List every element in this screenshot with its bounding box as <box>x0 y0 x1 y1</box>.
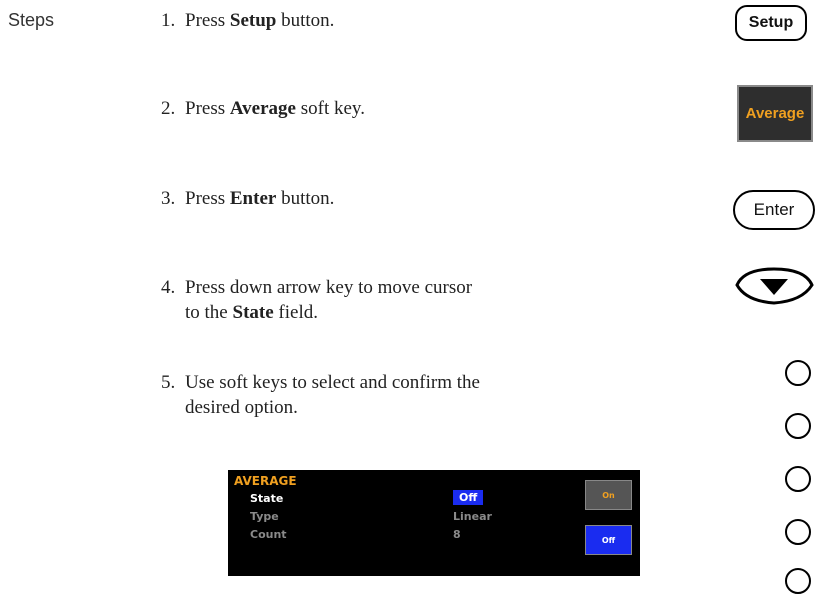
softkey-circle-1[interactable] <box>785 360 811 386</box>
step-4: 4. Press down arrow key to move cursor to … <box>161 275 701 325</box>
type-value: Linear <box>453 510 492 523</box>
softkey-circle-5[interactable] <box>785 568 811 594</box>
softkey-circle-2[interactable] <box>785 413 811 439</box>
step-text: Use soft keys to select and confirm the <box>185 372 480 393</box>
step-number: 3. <box>161 188 176 209</box>
step-text: Press <box>185 188 230 209</box>
step-text: Press down arrow key to move cursor <box>185 277 473 298</box>
step-number: 2. <box>161 98 176 119</box>
step-keyword: Average <box>229 98 296 119</box>
step-text: Press <box>185 98 230 119</box>
step-5: 5. Use soft keys to select and confirm th… <box>161 370 701 420</box>
step-keyword: State <box>232 302 274 323</box>
count-value: 8 <box>453 528 461 541</box>
enter-button[interactable]: Enter <box>733 190 815 230</box>
setup-button[interactable]: Setup <box>735 5 807 41</box>
state-value[interactable]: Off <box>453 490 484 505</box>
step-text: button. <box>276 10 335 31</box>
step-number: 5. <box>161 372 176 393</box>
count-label: Count <box>250 528 287 541</box>
type-label: Type <box>250 510 279 523</box>
state-value-text: Off <box>453 490 484 505</box>
step-keyword: Setup <box>229 10 277 31</box>
step-2: 2. Press Average soft key. <box>161 96 701 121</box>
down-arrow-key[interactable] <box>734 265 815 307</box>
step-text: soft key. <box>296 98 365 119</box>
screen-title: AVERAGE <box>234 474 297 488</box>
step-number: 4. <box>161 277 176 298</box>
average-screen: AVERAGE State Off Type Linear Count 8 On… <box>228 470 640 576</box>
step-text: field. <box>273 302 318 323</box>
step-text: desired option. <box>185 397 298 418</box>
step-text: button. <box>276 188 335 209</box>
softkey-off[interactable]: Off <box>585 525 632 555</box>
step-text: Press <box>185 10 230 31</box>
average-softkey[interactable]: Average <box>737 85 813 142</box>
down-arrow-icon <box>735 267 814 305</box>
step-keyword: Enter <box>229 188 277 209</box>
softkey-circle-4[interactable] <box>785 519 811 545</box>
softkey-on[interactable]: On <box>585 480 632 510</box>
step-number: 1. <box>161 10 176 31</box>
section-label: Steps <box>8 10 55 30</box>
step-1: 1. Press Setup button. <box>161 8 701 33</box>
softkey-circle-3[interactable] <box>785 466 811 492</box>
step-3: 3. Press Enter button. <box>161 186 701 211</box>
state-label: State <box>250 492 284 505</box>
step-text: to the <box>185 302 233 323</box>
